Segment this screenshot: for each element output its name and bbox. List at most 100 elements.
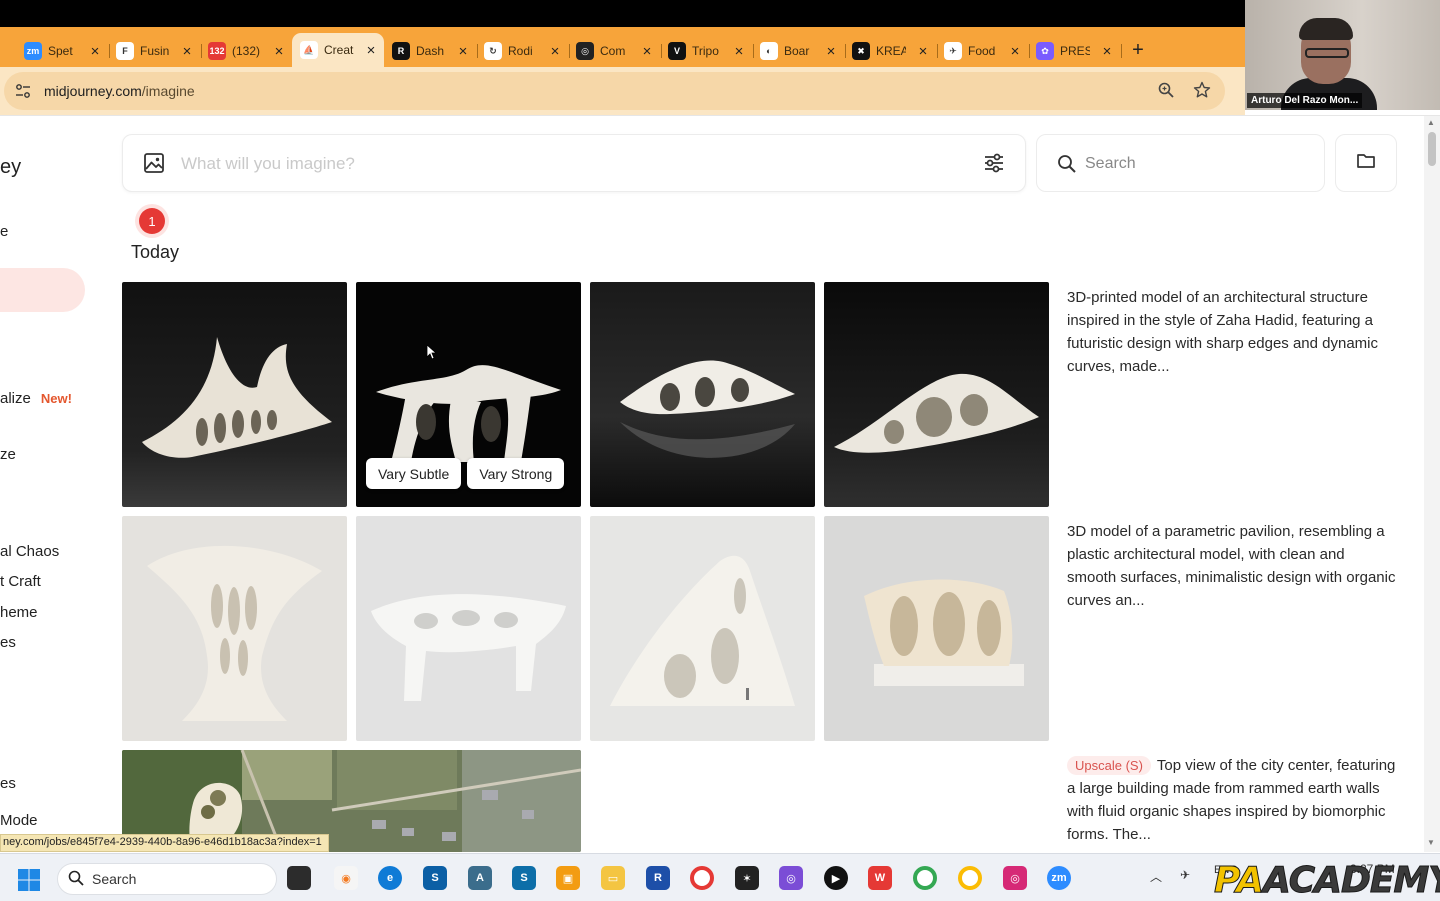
- prompt-input[interactable]: [181, 149, 941, 179]
- close-tab-icon[interactable]: ×: [88, 43, 102, 60]
- instagram-alt-icon[interactable]: ◎: [779, 866, 803, 890]
- vary-subtle-button[interactable]: Vary Subtle: [366, 458, 462, 489]
- rhino-icon[interactable]: ✶: [735, 866, 759, 890]
- browser-tab[interactable]: ◐ Boar ×: [752, 35, 846, 67]
- presentation-icon: ✿: [1036, 42, 1054, 60]
- settings-sliders-icon[interactable]: [983, 152, 1005, 179]
- tab-label: Rodi: [508, 44, 533, 58]
- file-explorer-icon[interactable]: ▭: [601, 866, 625, 890]
- browser-tab[interactable]: ⛵ Creat ×: [292, 33, 384, 67]
- image-thumbnail[interactable]: [590, 516, 815, 741]
- wps-icon[interactable]: W: [868, 866, 892, 890]
- instagram-icon[interactable]: ◎: [1003, 866, 1027, 890]
- sidebar-item[interactable]: t Craft: [0, 573, 41, 590]
- new-tab-button[interactable]: +: [1126, 39, 1150, 62]
- sidebar-item[interactable]: alize New!: [0, 390, 72, 407]
- zoom-app-icon[interactable]: zm: [1047, 866, 1071, 890]
- page-scrollbar[interactable]: ▲ ▼: [1424, 116, 1440, 852]
- webcam-name: Arturo Del Razo Mon...: [1247, 93, 1363, 108]
- close-tab-icon[interactable]: ×: [456, 43, 470, 60]
- url-text[interactable]: midjourney.com/imagine: [44, 83, 195, 99]
- browser-tab[interactable]: ◎ Com ×: [568, 35, 662, 67]
- close-tab-icon[interactable]: ×: [272, 43, 286, 60]
- sidebar-active-highlight[interactable]: [0, 268, 85, 312]
- prompt-description[interactable]: 3D model of a parametric pavilion, resem…: [1067, 520, 1397, 612]
- image-thumbnail[interactable]: [122, 282, 347, 507]
- folder-button[interactable]: [1335, 134, 1397, 192]
- browser-tab[interactable]: R Dash ×: [384, 35, 478, 67]
- app-orange-icon[interactable]: ▣: [556, 866, 580, 890]
- sidebar-item[interactable]: es: [0, 634, 16, 651]
- close-tab-icon[interactable]: ×: [548, 43, 562, 60]
- taskview-icon[interactable]: [287, 866, 311, 890]
- day-heading: Today: [131, 242, 180, 262]
- browser-tab[interactable]: 132 (132) ×: [200, 35, 294, 67]
- vary-strong-button[interactable]: Vary Strong: [467, 458, 565, 489]
- chrome-icon[interactable]: [690, 866, 714, 890]
- zoom-icon: zm: [24, 42, 42, 60]
- search-bar: [1036, 134, 1325, 192]
- autocad-icon[interactable]: A: [468, 866, 492, 890]
- site-info-icon[interactable]: [6, 74, 40, 108]
- close-tab-icon[interactable]: ×: [364, 42, 378, 59]
- close-tab-icon[interactable]: ×: [732, 43, 746, 60]
- prompt-description[interactable]: 3D-printed model of an architectural str…: [1067, 286, 1397, 378]
- zoom-icon[interactable]: [1157, 81, 1175, 104]
- edge-icon[interactable]: e: [378, 866, 402, 890]
- browser-tab[interactable]: zm Spet ×: [0, 35, 110, 67]
- close-tab-icon[interactable]: ×: [824, 43, 838, 60]
- sidebar-item[interactable]: heme: [0, 604, 38, 621]
- sketchup-alt-icon[interactable]: S: [512, 866, 536, 890]
- tab-bar: zm Spet × F Fusin × 132 (132) × ⛵ Creat × R Dash × ↻ Rod…: [0, 27, 1245, 67]
- image-thumbnail[interactable]: [122, 516, 347, 741]
- image-thumbnail[interactable]: [356, 516, 581, 741]
- image-thumbnail[interactable]: [824, 282, 1049, 507]
- close-tab-icon[interactable]: ×: [1100, 43, 1114, 60]
- tab-label: Tripo: [692, 44, 719, 58]
- scroll-up-arrow-icon[interactable]: ▲: [1427, 118, 1435, 127]
- browser-tab[interactable]: V Tripo ×: [660, 35, 754, 67]
- openai-icon: ◎: [576, 42, 594, 60]
- close-tab-icon[interactable]: ×: [180, 43, 194, 60]
- browser-tab[interactable]: ✖ KREA ×: [844, 35, 938, 67]
- chrome-profile-2-icon[interactable]: [958, 866, 982, 890]
- scroll-down-arrow-icon[interactable]: ▼: [1427, 838, 1435, 847]
- browser-tab[interactable]: ✈ Food ×: [936, 35, 1030, 67]
- chrome-profile-icon[interactable]: [913, 866, 937, 890]
- sidebar-item[interactable]: es: [0, 775, 16, 792]
- search-input[interactable]: [1085, 149, 1305, 179]
- sidebar-item-label: heme: [0, 604, 38, 621]
- browser-tab[interactable]: ↻ Rodi ×: [476, 35, 570, 67]
- omnibox[interactable]: midjourney.com/imagine: [4, 72, 1225, 110]
- windows-start-icon[interactable]: [17, 868, 41, 897]
- close-tab-icon[interactable]: ×: [1008, 43, 1022, 60]
- revit-icon[interactable]: R: [646, 866, 670, 890]
- blender-icon[interactable]: ◉: [334, 866, 358, 890]
- close-tab-icon[interactable]: ×: [640, 43, 654, 60]
- image-thumbnail[interactable]: [590, 282, 815, 507]
- taskbar-search[interactable]: Search: [57, 863, 277, 895]
- prompt-description-with-upscale[interactable]: Upscale (S) Top view of the city center, …: [1067, 754, 1397, 846]
- sidebar-item[interactable]: Mode: [0, 812, 38, 829]
- image-thumbnail[interactable]: [824, 516, 1049, 741]
- browser-tab[interactable]: F Fusin ×: [108, 35, 202, 67]
- scrollbar-thumb[interactable]: [1428, 132, 1436, 166]
- dashboard-icon: R: [392, 42, 410, 60]
- address-row: midjourney.com/imagine: [0, 67, 1245, 115]
- close-tab-icon[interactable]: ×: [916, 43, 930, 60]
- bookmark-star-icon[interactable]: [1193, 81, 1211, 104]
- tray-chevron-up-icon[interactable]: ︿: [1150, 868, 1162, 885]
- image-thumbnail-hovered[interactable]: Vary Subtle Vary Strong: [356, 282, 581, 507]
- sidebar-item[interactable]: ey: [0, 156, 21, 179]
- upscale-tag[interactable]: Upscale (S): [1067, 756, 1151, 775]
- media-player-icon[interactable]: ▶: [824, 866, 848, 890]
- sidebar-item[interactable]: e: [0, 223, 8, 240]
- sidebar-item[interactable]: al Chaos: [0, 543, 59, 560]
- tab-label: Fusin: [140, 44, 170, 58]
- tray-network-icon[interactable]: ✈: [1180, 868, 1190, 882]
- image-upload-icon[interactable]: [143, 152, 165, 179]
- food-icon: ✈: [944, 42, 962, 60]
- browser-tab[interactable]: ✿ PRES ×: [1028, 35, 1122, 67]
- sidebar-item[interactable]: ze: [0, 446, 16, 463]
- sketchup-icon[interactable]: S: [423, 866, 447, 890]
